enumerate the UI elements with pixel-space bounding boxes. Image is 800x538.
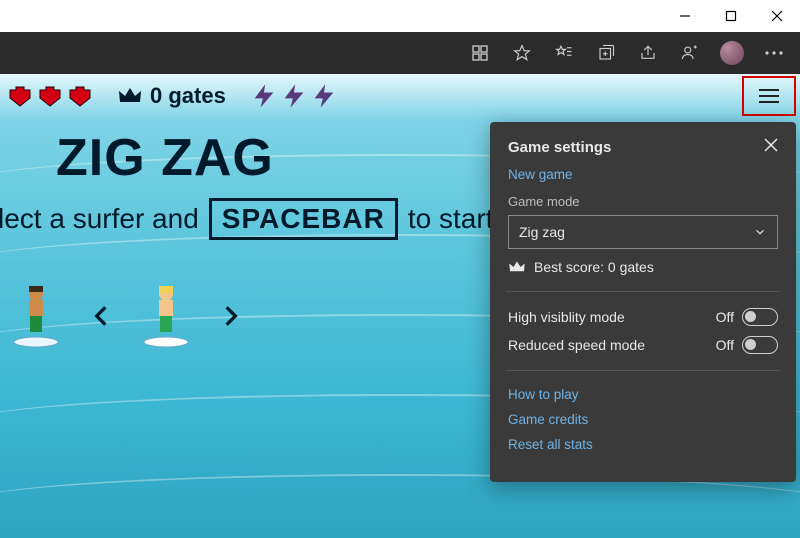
prev-surfer-button[interactable]	[88, 303, 114, 329]
heart-icon	[6, 84, 34, 108]
high-visibility-state: Off	[716, 309, 734, 325]
boost-indicator	[250, 82, 338, 110]
profile-avatar[interactable]	[712, 33, 752, 73]
browser-toolbar	[0, 32, 800, 74]
reset-stats-link[interactable]: Reset all stats	[508, 437, 778, 452]
lightning-icon	[250, 82, 278, 110]
hearts-indicator	[6, 84, 94, 108]
game-title: ZIG ZAG	[56, 128, 274, 188]
gates-counter: 0 gates	[118, 83, 226, 109]
reduced-speed-state: Off	[716, 337, 734, 353]
window-close-button[interactable]	[754, 0, 800, 32]
heart-icon	[66, 84, 94, 108]
window-maximize-button[interactable]	[708, 0, 754, 32]
game-viewport: 0 gates ZIG ZAG lect a surfer and SPACEB…	[0, 74, 800, 538]
chevron-down-icon	[753, 225, 767, 239]
next-surfer-button[interactable]	[218, 303, 244, 329]
crown-icon	[118, 86, 142, 106]
settings-close-button[interactable]	[764, 138, 778, 157]
game-menu-button[interactable]	[742, 76, 796, 116]
favorites-list-icon[interactable]	[544, 33, 584, 73]
instruction-text: lect a surfer and SPACEBAR to start surf…	[0, 198, 570, 240]
browser-menu-icon[interactable]	[754, 33, 794, 73]
lightning-icon	[280, 82, 308, 110]
reduced-speed-label: Reduced speed mode	[508, 337, 645, 353]
game-credits-link[interactable]: Game credits	[508, 412, 778, 427]
best-score-text: Best score: 0 gates	[534, 259, 654, 275]
game-mode-value: Zig zag	[519, 224, 565, 240]
hamburger-icon	[758, 88, 780, 104]
window-minimize-button[interactable]	[662, 0, 708, 32]
heart-icon	[36, 84, 64, 108]
surfer-selector	[12, 284, 244, 348]
settings-panel: Game settings New game Game mode Zig zag…	[490, 122, 796, 482]
divider	[506, 370, 780, 371]
game-mode-label: Game mode	[508, 194, 778, 209]
favorite-star-icon[interactable]	[502, 33, 542, 73]
keycap-spacebar: SPACEBAR	[209, 198, 398, 240]
high-visibility-label: High visiblity mode	[508, 309, 625, 325]
feedback-icon[interactable]	[670, 33, 710, 73]
high-visibility-toggle[interactable]	[742, 308, 778, 326]
extensions-icon[interactable]	[460, 33, 500, 73]
surfer-option-selected[interactable]	[142, 284, 190, 348]
share-icon[interactable]	[628, 33, 668, 73]
game-mode-select[interactable]: Zig zag	[508, 215, 778, 249]
crown-icon	[508, 260, 526, 274]
window-titlebar	[0, 0, 800, 32]
collections-icon[interactable]	[586, 33, 626, 73]
how-to-play-link[interactable]: How to play	[508, 387, 778, 402]
divider	[506, 291, 780, 292]
hud: 0 gates	[6, 82, 794, 110]
instruction-pre: lect a surfer and	[0, 203, 199, 235]
best-score-row: Best score: 0 gates	[508, 259, 778, 275]
surfer-option-1[interactable]	[12, 284, 60, 348]
gates-label: 0 gates	[150, 83, 226, 109]
lightning-icon	[310, 82, 338, 110]
settings-title: Game settings	[508, 139, 611, 156]
reduced-speed-toggle[interactable]	[742, 336, 778, 354]
new-game-link[interactable]: New game	[508, 167, 778, 182]
